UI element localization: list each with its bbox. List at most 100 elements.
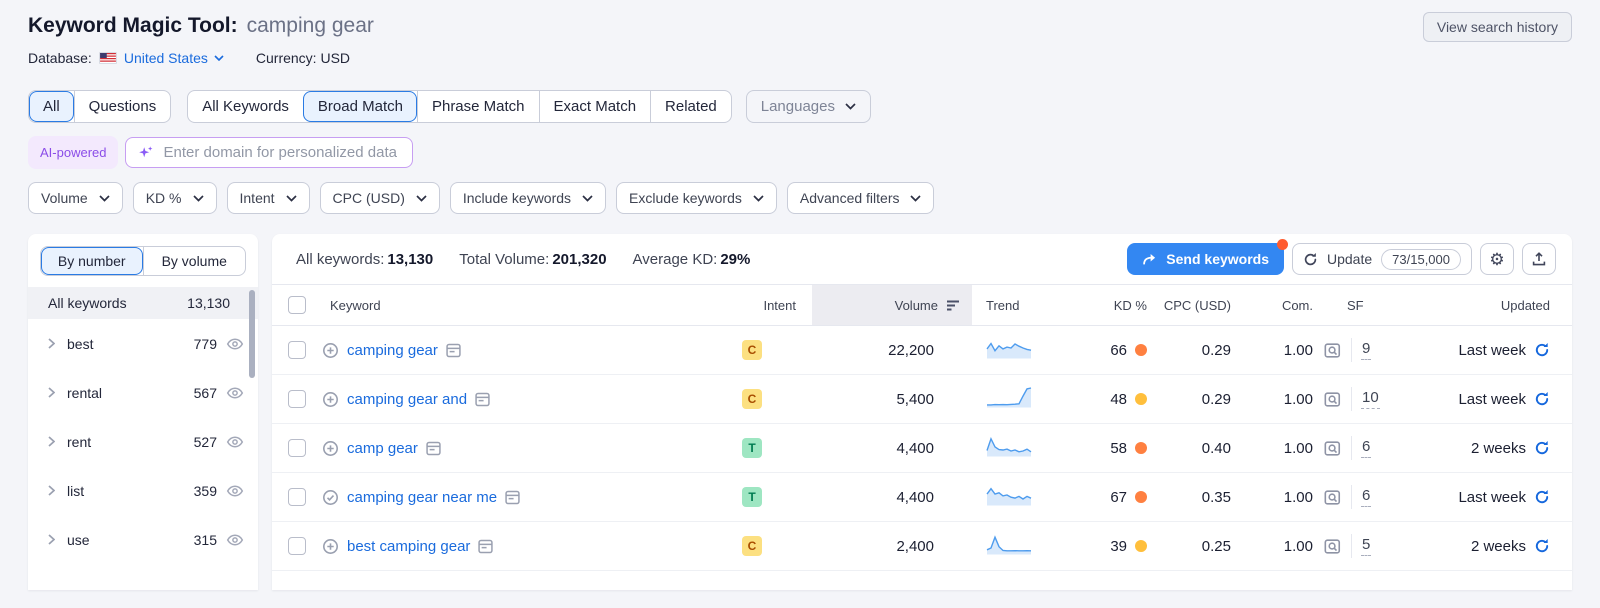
group-count: 315 <box>194 532 217 548</box>
serp-icon[interactable] <box>426 441 441 456</box>
add-keyword-icon[interactable] <box>322 391 339 408</box>
serp-preview-icon[interactable] <box>1323 341 1342 360</box>
settings-button[interactable]: ⚙ <box>1480 243 1514 275</box>
added-check-icon[interactable] <box>322 489 339 506</box>
row-checkbox[interactable] <box>288 439 306 457</box>
database-selector[interactable]: United States <box>124 50 224 66</box>
filter-exclude-keywords[interactable]: Exclude keywords <box>616 182 777 214</box>
languages-dropdown[interactable]: Languages <box>746 90 871 123</box>
tab-exact-match[interactable]: Exact Match <box>539 91 651 122</box>
chevron-down-icon <box>910 195 921 202</box>
filter-cpc-usd-[interactable]: CPC (USD) <box>320 182 440 214</box>
add-keyword-icon[interactable] <box>322 342 339 359</box>
kd-dot <box>1135 540 1147 552</box>
tab-all[interactable]: All <box>29 91 74 122</box>
intent-badge: C <box>742 340 762 360</box>
sidebar-scrollbar[interactable] <box>249 290 255 378</box>
eye-icon[interactable] <box>226 433 244 451</box>
keyword-link[interactable]: camp gear <box>347 440 418 457</box>
refresh-icon[interactable] <box>1534 538 1550 554</box>
volume-value: 5,400 <box>812 391 972 408</box>
keyword-group-item[interactable]: use 315 <box>28 515 258 564</box>
column-header-kd[interactable]: KD % <box>1067 285 1157 325</box>
intent-badge: C <box>742 389 762 409</box>
serp-icon[interactable] <box>505 490 520 505</box>
stat-average-kd: Average KD:29% <box>633 251 751 268</box>
keyword-link[interactable]: camping gear near me <box>347 489 497 506</box>
export-button[interactable] <box>1522 243 1556 275</box>
add-keyword-icon[interactable] <box>322 440 339 457</box>
table-toolbar: All keywords:13,130 Total Volume:201,320… <box>272 234 1572 284</box>
column-header-keyword[interactable]: Keyword <box>322 285 742 325</box>
domain-input[interactable] <box>163 144 400 161</box>
tab-all-keywords[interactable]: All Keywords <box>188 91 303 122</box>
serp-icon[interactable] <box>478 539 493 554</box>
toggle-by-volume[interactable]: By volume <box>143 247 246 275</box>
sf-value[interactable]: 5 <box>1361 536 1371 556</box>
serp-icon[interactable] <box>446 343 461 358</box>
filter-volume[interactable]: Volume <box>28 182 123 214</box>
column-header-volume[interactable]: Volume <box>812 285 972 325</box>
sf-value[interactable]: 6 <box>1361 487 1371 507</box>
filter-advanced-filters[interactable]: Advanced filters <box>787 182 935 214</box>
row-checkbox[interactable] <box>288 341 306 359</box>
column-header-intent[interactable]: Intent <box>742 285 812 325</box>
column-header-sf[interactable]: SF <box>1317 285 1412 325</box>
volume-value: 4,400 <box>812 440 972 457</box>
keyword-group-item[interactable]: list 359 <box>28 466 258 515</box>
keyword-group-item[interactable]: rental 567 <box>28 368 258 417</box>
sf-value[interactable]: 9 <box>1361 340 1371 360</box>
all-keywords-group[interactable]: All keywords 13,130 <box>28 287 258 319</box>
eye-icon[interactable] <box>226 482 244 500</box>
refresh-icon[interactable] <box>1534 440 1550 456</box>
column-header-com[interactable]: Com. <box>1257 285 1317 325</box>
eye-icon[interactable] <box>226 335 244 353</box>
serp-icon[interactable] <box>475 392 490 407</box>
column-header-cpc[interactable]: CPC (USD) <box>1157 285 1257 325</box>
eye-icon[interactable] <box>226 531 244 549</box>
sf-value[interactable]: 6 <box>1361 438 1371 458</box>
column-header-trend[interactable]: Trend <box>972 285 1067 325</box>
keyword-link[interactable]: camping gear <box>347 342 438 359</box>
keyword-group-item[interactable]: rent 527 <box>28 417 258 466</box>
tab-broad-match[interactable]: Broad Match <box>303 91 417 122</box>
update-button[interactable]: Update 73/15,000 <box>1292 243 1472 275</box>
filter-intent[interactable]: Intent <box>227 182 310 214</box>
table-body: camping gear C 22,200 66 0.29 1.00 <box>272 326 1572 571</box>
group-count: 779 <box>194 336 217 352</box>
eye-icon[interactable] <box>226 384 244 402</box>
filter-kd-[interactable]: KD % <box>133 182 217 214</box>
filter-label: Exclude keywords <box>629 190 742 206</box>
divider <box>1351 485 1352 509</box>
tab-questions[interactable]: Questions <box>74 91 171 122</box>
keyword-link[interactable]: camping gear and <box>347 391 467 408</box>
select-all-checkbox[interactable] <box>288 296 306 314</box>
filter-label: Advanced filters <box>800 190 900 206</box>
refresh-icon[interactable] <box>1534 489 1550 505</box>
column-header-updated[interactable]: Updated <box>1412 285 1572 325</box>
filter-label: KD % <box>146 190 182 206</box>
meta-row: Database: United States Currency: USD <box>28 50 1572 66</box>
tab-related[interactable]: Related <box>650 91 731 122</box>
serp-preview-icon[interactable] <box>1323 488 1342 507</box>
refresh-icon[interactable] <box>1534 342 1550 358</box>
refresh-icon[interactable] <box>1534 391 1550 407</box>
sf-value[interactable]: 10 <box>1361 389 1380 409</box>
add-keyword-icon[interactable] <box>322 538 339 555</box>
row-checkbox[interactable] <box>288 488 306 506</box>
question-tab-group: AllQuestions <box>28 90 171 123</box>
row-checkbox[interactable] <box>288 390 306 408</box>
tab-phrase-match[interactable]: Phrase Match <box>417 91 539 122</box>
keyword-group-item[interactable]: best 779 <box>28 319 258 368</box>
toggle-by-number[interactable]: By number <box>41 247 143 275</box>
filter-label: CPC (USD) <box>333 190 405 206</box>
view-search-history-button[interactable]: View search history <box>1423 12 1572 42</box>
keyword-link[interactable]: best camping gear <box>347 538 470 555</box>
send-keywords-button[interactable]: Send keywords <box>1127 243 1284 275</box>
serp-preview-icon[interactable] <box>1323 439 1342 458</box>
serp-preview-icon[interactable] <box>1323 390 1342 409</box>
trend-sparkline <box>986 532 1032 556</box>
filter-include-keywords[interactable]: Include keywords <box>450 182 606 214</box>
serp-preview-icon[interactable] <box>1323 537 1342 556</box>
row-checkbox[interactable] <box>288 537 306 555</box>
